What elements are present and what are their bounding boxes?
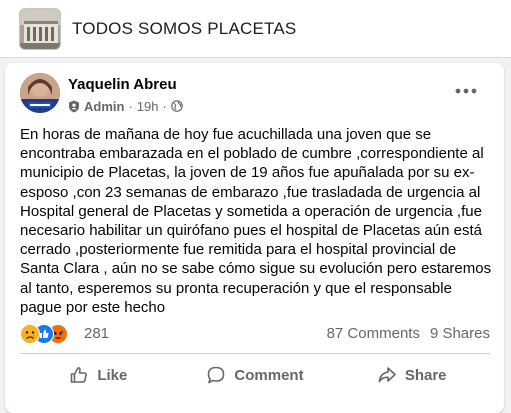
share-label: Share — [404, 366, 447, 384]
reaction-icons[interactable] — [20, 324, 80, 344]
post-body-text: En horas de mañana de hoy fue acuchillad… — [20, 126, 492, 316]
like-label: Like — [97, 366, 128, 384]
author-name[interactable]: Yaquelin Abreu — [68, 76, 177, 93]
shares-count[interactable]: 9 Shares — [430, 325, 490, 342]
group-header: TODOS SOMOS PLACETAS — [0, 0, 511, 58]
comment-button[interactable]: Comment — [177, 357, 334, 393]
post-actions: Like Comment Share — [20, 357, 490, 393]
post-meta: Admin · 19h · — [68, 98, 183, 114]
meta-separator: · — [128, 98, 133, 114]
author-role: Admin — [84, 98, 125, 114]
actions-divider — [20, 353, 490, 354]
more-options-button[interactable] — [453, 81, 479, 101]
more-dots-icon — [455, 88, 477, 94]
share-button[interactable]: Share — [333, 357, 490, 393]
post-card: Yaquelin Abreu Admin · 19h · En horas de… — [5, 63, 504, 413]
shield-icon — [68, 100, 80, 113]
comments-count[interactable]: 87 Comments — [327, 325, 420, 342]
reactions-summary: 281 87 Comments 9 Shares — [20, 321, 490, 347]
comment-label: Comment — [234, 366, 304, 384]
globe-icon — [171, 100, 183, 112]
author-avatar[interactable] — [20, 73, 60, 113]
thumbs-up-icon — [69, 365, 89, 385]
engagement-counts: 87 Comments 9 Shares — [327, 325, 490, 342]
reactions-count[interactable]: 281 — [84, 325, 109, 342]
group-name[interactable]: TODOS SOMOS PLACETAS — [72, 19, 296, 39]
group-cover-thumbnail[interactable] — [19, 8, 61, 50]
like-button[interactable]: Like — [20, 357, 177, 393]
share-arrow-icon — [377, 365, 397, 385]
comment-bubble-icon — [206, 365, 226, 385]
meta-separator: · — [162, 98, 167, 114]
sad-reaction-icon — [20, 324, 40, 344]
post-time[interactable]: 19h — [137, 99, 159, 114]
